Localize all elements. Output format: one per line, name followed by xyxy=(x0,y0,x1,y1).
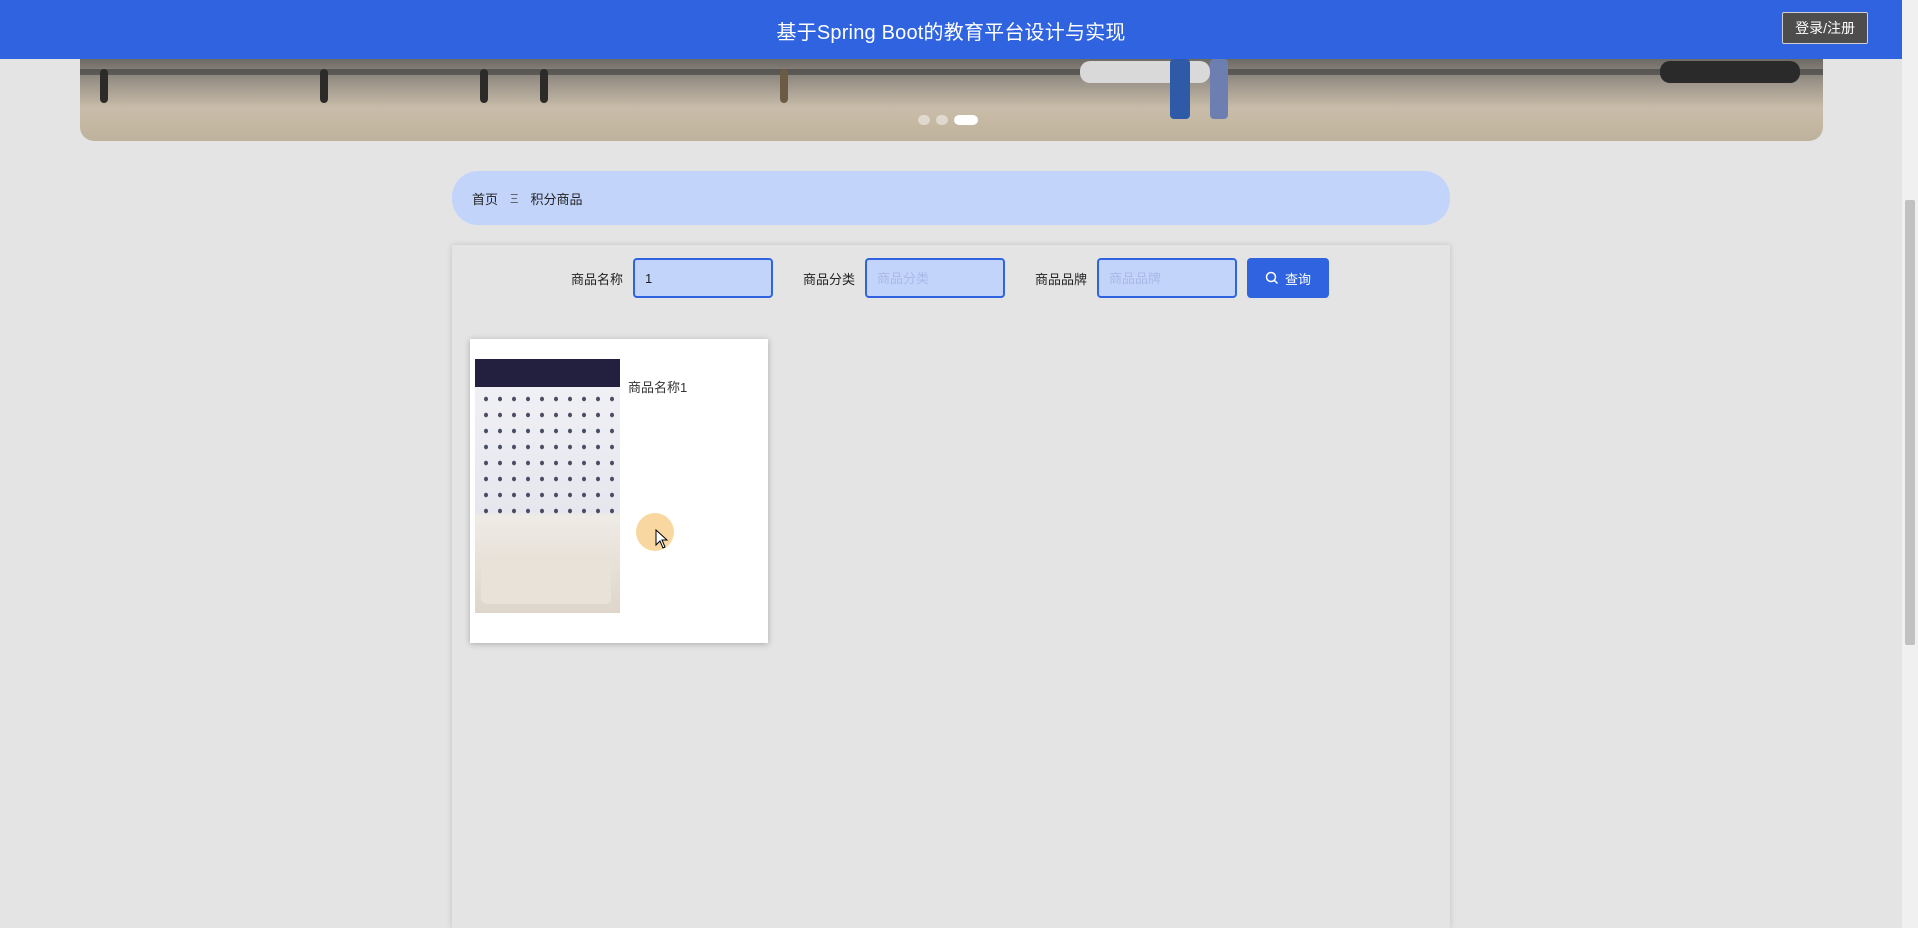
mouse-cursor-icon xyxy=(655,529,669,549)
banner-image-person xyxy=(320,69,328,103)
search-bar: 商品名称 商品分类 商品品牌 查询 xyxy=(452,257,1450,299)
banner-image-person xyxy=(100,69,108,103)
scrollbar-thumb[interactable] xyxy=(1905,200,1915,645)
banner-image-person xyxy=(1210,59,1228,119)
product-category-input[interactable] xyxy=(865,258,1006,298)
breadcrumb-current: 积分商品 xyxy=(530,191,583,207)
login-register-button[interactable]: 登录/注册 xyxy=(1782,12,1868,44)
carousel-indicators xyxy=(918,115,978,125)
product-image-bed xyxy=(481,554,611,604)
product-name: 商品名称1 xyxy=(628,380,688,395)
carousel-dot[interactable] xyxy=(918,115,930,125)
product-name-input[interactable] xyxy=(633,258,774,298)
product-image xyxy=(475,359,620,613)
banner-image-car xyxy=(1080,61,1210,83)
breadcrumb-home[interactable]: 首页 xyxy=(472,189,498,208)
top-bar: 基于Spring Boot的教育平台设计与实现 登录/注册 xyxy=(0,0,1902,59)
search-button[interactable]: 查询 xyxy=(1247,258,1330,298)
banner-image-person xyxy=(1170,59,1190,119)
breadcrumb: 首页 Ξ 积分商品 xyxy=(452,171,1450,225)
banner-image-road xyxy=(80,69,1823,75)
banner-image-person xyxy=(780,69,788,103)
banner-image-car xyxy=(1660,61,1800,83)
product-brand-label: 商品品牌 xyxy=(1035,271,1088,287)
content-panel: 商品名称 商品分类 商品品牌 查询 商品名称1 xyxy=(452,245,1450,928)
carousel-dot-active[interactable] xyxy=(954,115,978,125)
banner-image-person xyxy=(480,69,488,103)
search-icon xyxy=(1265,271,1279,285)
carousel-dot[interactable] xyxy=(936,115,948,125)
product-image-curtain xyxy=(475,387,620,515)
product-category-label: 商品分类 xyxy=(803,271,856,287)
product-card[interactable]: 商品名称1 xyxy=(470,339,768,643)
banner-carousel xyxy=(80,59,1823,141)
banner-image-person xyxy=(540,69,548,103)
search-button-label: 查询 xyxy=(1285,271,1312,287)
page-scrollbar[interactable] xyxy=(1902,0,1918,928)
page-title: 基于Spring Boot的教育平台设计与实现 xyxy=(776,22,1126,44)
breadcrumb-separator: Ξ xyxy=(510,190,519,206)
product-brand-input[interactable] xyxy=(1097,258,1238,298)
product-image-curtain-rail xyxy=(475,359,620,387)
product-name-label: 商品名称 xyxy=(571,271,624,287)
